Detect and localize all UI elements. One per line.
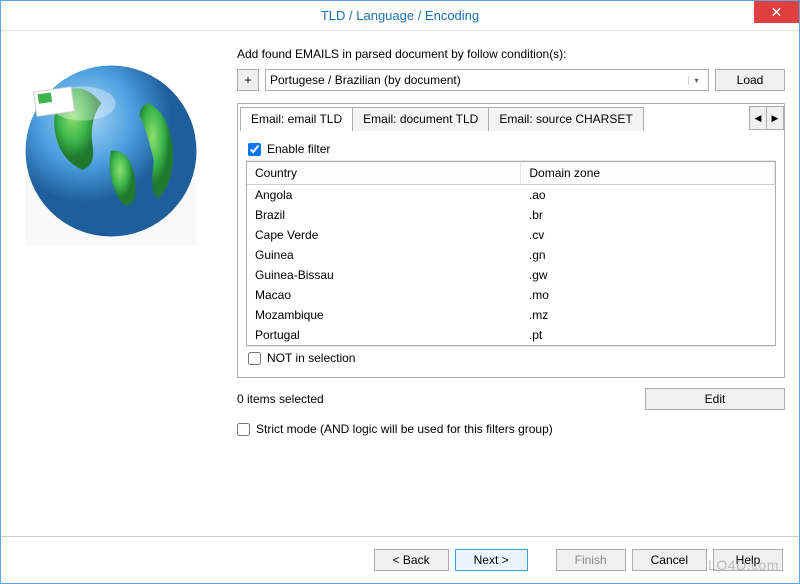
domain-table: Country Domain zone Angola.aoBrazil.brCa…	[247, 162, 775, 345]
globe-icon	[11, 51, 211, 251]
items-selected-text: 0 items selected	[237, 392, 324, 406]
tabs-container: Email: email TLD Email: document TLD Ema…	[237, 103, 785, 378]
tab-document-tld[interactable]: Email: document TLD	[352, 107, 489, 131]
titlebar: TLD / Language / Encoding ✕	[1, 1, 799, 31]
table-row[interactable]: Angola.ao	[247, 185, 775, 206]
cell-country: Angola	[247, 185, 521, 206]
cell-zone: .gn	[521, 245, 775, 265]
tab-scroll-right-button[interactable]: ▶	[766, 106, 784, 130]
not-in-selection-row: NOT in selection	[246, 346, 776, 369]
back-button[interactable]: < Back	[374, 549, 449, 571]
table-row[interactable]: Macao.mo	[247, 285, 775, 305]
tab-source-charset[interactable]: Email: source CHARSET	[488, 107, 643, 131]
add-condition-button[interactable]: +	[237, 69, 259, 91]
cell-country: Macao	[247, 285, 521, 305]
cell-zone: .br	[521, 205, 775, 225]
table-header-row: Country Domain zone	[247, 162, 775, 185]
content-area: Add found EMAILS in parsed document by f…	[1, 31, 799, 541]
window-title: TLD / Language / Encoding	[321, 8, 479, 23]
help-button[interactable]: Help	[713, 549, 783, 571]
strict-mode-checkbox[interactable]	[237, 423, 250, 436]
enable-filter-row: Enable filter	[246, 138, 776, 161]
main-panel: Add found EMAILS in parsed document by f…	[221, 41, 785, 541]
not-in-selection-label: NOT in selection	[267, 351, 355, 365]
enable-filter-label: Enable filter	[267, 142, 330, 156]
status-row: 0 items selected Edit	[237, 388, 785, 410]
domain-table-container: Country Domain zone Angola.aoBrazil.brCa…	[246, 161, 776, 346]
tab-email-tld[interactable]: Email: email TLD	[240, 107, 353, 131]
load-button[interactable]: Load	[715, 69, 785, 91]
table-row[interactable]: Cape Verde.cv	[247, 225, 775, 245]
cell-zone: .cv	[521, 225, 775, 245]
cell-country: Cape Verde	[247, 225, 521, 245]
cell-country: Mozambique	[247, 305, 521, 325]
cell-country: Brazil	[247, 205, 521, 225]
not-in-selection-checkbox[interactable]	[248, 352, 261, 365]
finish-button[interactable]: Finish	[556, 549, 626, 571]
cancel-button[interactable]: Cancel	[632, 549, 707, 571]
table-row[interactable]: Mozambique.mz	[247, 305, 775, 325]
table-row[interactable]: Brazil.br	[247, 205, 775, 225]
edit-button[interactable]: Edit	[645, 388, 785, 410]
tab-scroll-arrows: ◀ ▶	[750, 106, 784, 130]
table-row[interactable]: Guinea.gn	[247, 245, 775, 265]
condition-row: + Portugese / Brazilian (by document) ▾ …	[237, 69, 785, 91]
next-button[interactable]: Next >	[455, 549, 528, 571]
header-country[interactable]: Country	[247, 162, 521, 185]
language-dropdown[interactable]: Portugese / Brazilian (by document) ▾	[265, 69, 709, 91]
tab-scroll-left-button[interactable]: ◀	[749, 106, 767, 130]
enable-filter-checkbox[interactable]	[248, 143, 261, 156]
strict-mode-row: Strict mode (AND logic will be used for …	[237, 422, 785, 436]
dropdown-selected: Portugese / Brazilian (by document)	[270, 73, 461, 87]
cell-zone: .mz	[521, 305, 775, 325]
cell-country: Guinea-Bissau	[247, 265, 521, 285]
table-row[interactable]: Guinea-Bissau.gw	[247, 265, 775, 285]
cell-country: Guinea	[247, 245, 521, 265]
strict-mode-label: Strict mode (AND logic will be used for …	[256, 422, 553, 436]
wizard-window: TLD / Language / Encoding ✕	[0, 0, 800, 584]
intro-text: Add found EMAILS in parsed document by f…	[237, 47, 785, 61]
cell-zone: .pt	[521, 325, 775, 345]
tab-body: Enable filter Country Domain zone	[237, 130, 785, 378]
cell-zone: .gw	[521, 265, 775, 285]
footer-buttons: < Back Next > Finish Cancel Help	[1, 536, 799, 583]
table-row[interactable]: Portugal.pt	[247, 325, 775, 345]
cell-country: Portugal	[247, 325, 521, 345]
close-button[interactable]: ✕	[754, 1, 799, 23]
cell-zone: .mo	[521, 285, 775, 305]
sidebar	[11, 41, 221, 541]
header-zone[interactable]: Domain zone	[521, 162, 775, 185]
chevron-down-icon: ▾	[688, 76, 704, 85]
tabs-header: Email: email TLD Email: document TLD Ema…	[237, 103, 785, 130]
cell-zone: .ao	[521, 185, 775, 206]
